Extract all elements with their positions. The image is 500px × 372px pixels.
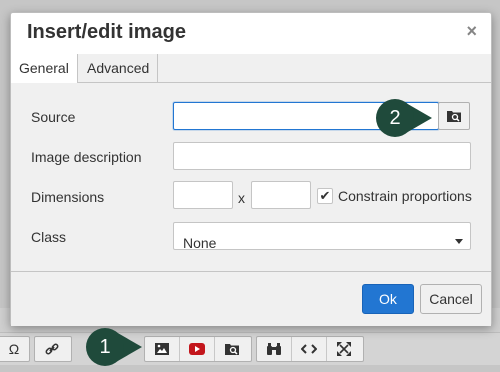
tab-general[interactable]: General [11,54,78,83]
browse-icon [447,111,461,122]
description-label: Image description [31,149,142,165]
close-icon[interactable]: × [466,21,477,42]
ok-button[interactable]: Ok [362,284,414,314]
callout-one: 1 [86,328,146,366]
class-select-value: None [183,235,217,251]
class-select[interactable] [173,222,471,250]
browse-button[interactable] [438,102,470,130]
callout-number: 2 [376,99,414,137]
constrain-checkbox[interactable]: ✔ [317,188,333,204]
toolbar-group-tools [256,336,364,362]
description-input[interactable] [173,142,471,170]
cancel-button[interactable]: Cancel [420,284,482,314]
tab-advanced[interactable]: Advanced [79,54,159,82]
source-label: Source [31,109,76,125]
toolbar-group-special: Ω [0,336,30,362]
dialog-tabs: General Advanced [11,54,491,83]
dialog-title: Insert/edit image [27,21,186,43]
browse-icon[interactable] [215,337,249,361]
link-icon[interactable] [35,337,69,361]
code-icon[interactable] [292,337,327,361]
toolbar-group-media [144,336,252,362]
chevron-down-icon [455,239,463,244]
binoculars-icon[interactable] [257,337,292,361]
height-input[interactable] [251,181,311,209]
image-icon[interactable] [145,337,180,361]
youtube-icon[interactable] [180,337,215,361]
callout-number: 1 [86,328,124,366]
dialog-header: Insert/edit image × [11,13,491,53]
class-label: Class [31,229,67,245]
callout-two: 2 [376,99,436,137]
width-input[interactable] [173,181,233,209]
omega-icon[interactable]: Ω [0,337,29,361]
editor-toolbar: Ω [0,332,500,365]
dialog-footer: Ok Cancel [11,271,491,326]
dimensions-times-label: x [238,190,245,206]
constrain-label: Constrain proportions [338,188,472,204]
insert-image-dialog: Insert/edit image × General Advanced Sou… [10,12,492,326]
dimensions-label: Dimensions [31,189,105,205]
toolbar-group-link [34,336,72,362]
fullscreen-icon[interactable] [327,337,361,361]
